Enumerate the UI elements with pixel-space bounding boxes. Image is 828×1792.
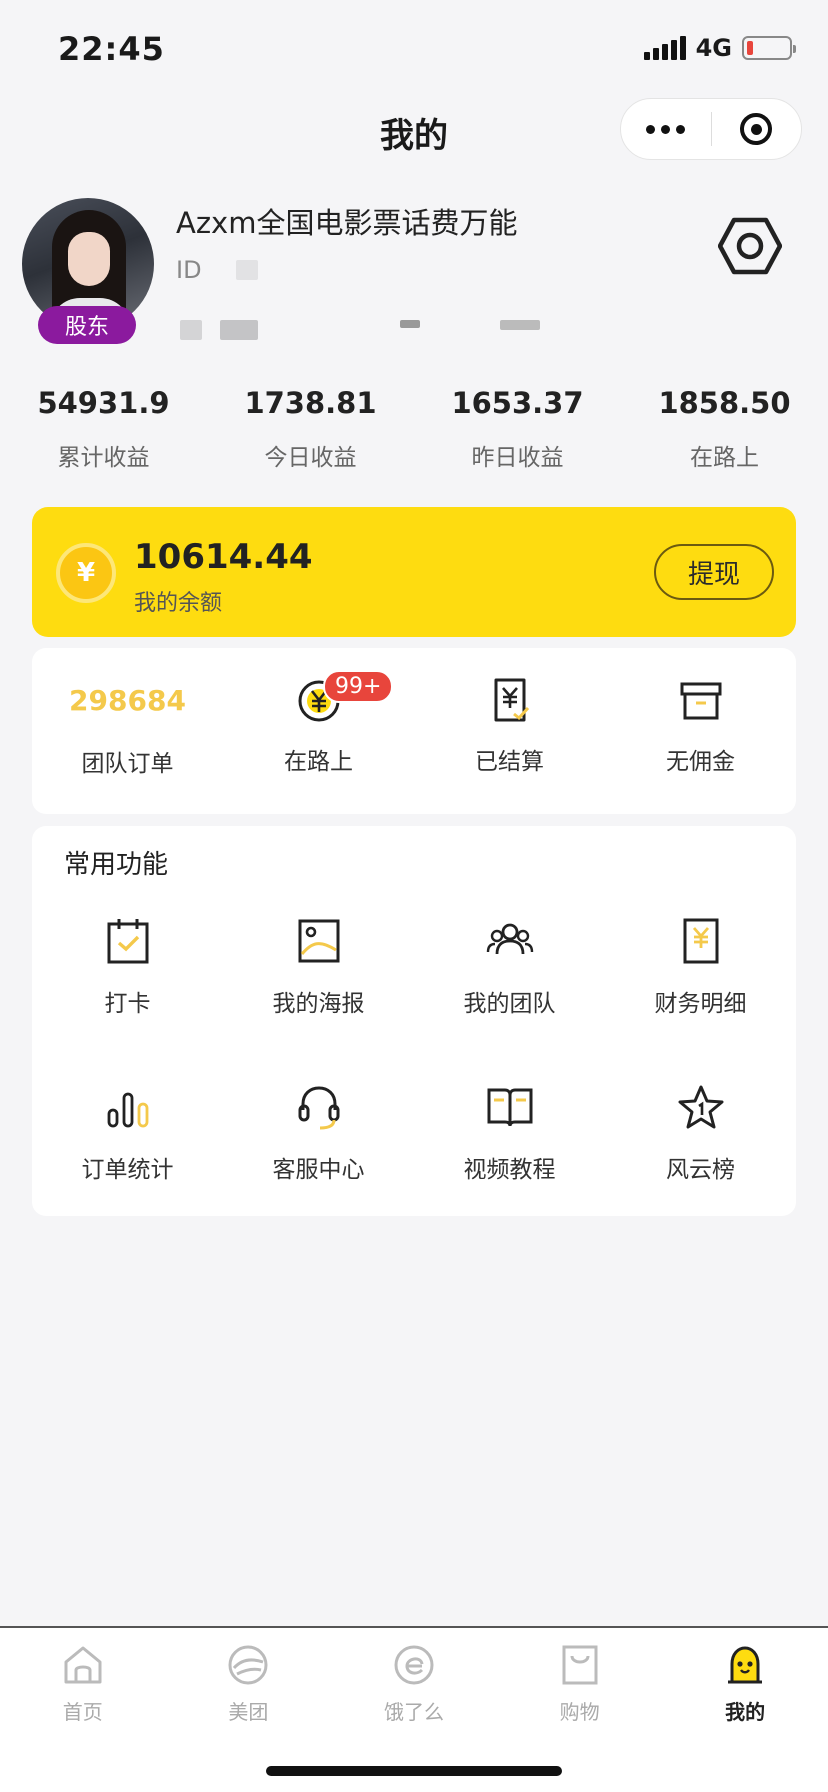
- team-orders[interactable]: 298684 团队订单: [32, 648, 223, 814]
- orders-in-transit[interactable]: 99+ 在路上: [223, 648, 414, 814]
- balance-value: 10614.44: [134, 537, 313, 577]
- team-icon: [486, 923, 533, 955]
- archive-box-icon: [680, 682, 721, 720]
- tab-label: 饿了么: [383, 1700, 444, 1724]
- redacted-info: [220, 320, 258, 340]
- stat-value: 1653.37: [451, 386, 584, 420]
- headset-icon: [298, 1086, 339, 1130]
- target-icon: [740, 113, 773, 145]
- more-menu-icon[interactable]: [621, 99, 711, 159]
- tab-home[interactable]: 首页: [0, 1628, 166, 1792]
- tab-label: 购物: [559, 1700, 600, 1724]
- status-indicators: 4G: [643, 34, 796, 62]
- stat-label: 昨日收益: [471, 445, 564, 471]
- function-label: 风云榜: [666, 1157, 735, 1183]
- in-transit-label: 在路上: [284, 749, 353, 775]
- shareholder-badge: 股东: [38, 306, 136, 344]
- tab-label: 首页: [62, 1700, 103, 1724]
- stat-value: 54931.9: [37, 386, 170, 420]
- tab-label: 美团: [228, 1700, 269, 1724]
- redacted-info: [180, 320, 202, 340]
- shopping-icon: [562, 1645, 598, 1685]
- star-icon: [678, 1085, 723, 1129]
- stat-yesterday-earnings[interactable]: 1653.37 昨日收益: [414, 386, 621, 472]
- eleme-icon: [394, 1645, 434, 1685]
- miniprogram-capsule: [620, 98, 802, 160]
- redacted-id: [236, 260, 258, 280]
- function-checkin[interactable]: 打卡: [32, 916, 223, 1082]
- close-miniprogram-button[interactable]: [712, 99, 802, 159]
- home-indicator: [266, 1766, 562, 1776]
- image-icon: [298, 919, 339, 963]
- function-leaderboard[interactable]: 风云榜: [605, 1082, 796, 1248]
- function-label: 我的海报: [272, 991, 365, 1017]
- stat-label: 在路上: [690, 445, 759, 471]
- function-video-tutorial[interactable]: 视频教程: [414, 1082, 605, 1248]
- stat-value: 1738.81: [244, 386, 377, 420]
- bar-chart-icon: [107, 1092, 148, 1128]
- stat-value: 1858.50: [658, 386, 791, 420]
- stat-label: 累计收益: [57, 445, 150, 471]
- function-label: 打卡: [104, 991, 151, 1017]
- function-finance-details[interactable]: 财务明细: [605, 916, 796, 1082]
- coin-icon: ¥: [56, 543, 116, 603]
- calendar-check-icon: [107, 919, 148, 964]
- battery-icon: [742, 36, 796, 60]
- book-icon: [487, 1088, 532, 1127]
- balance-card: ¥ 10614.44 我的余额 提现: [32, 507, 796, 637]
- stat-label: 今日收益: [264, 445, 357, 471]
- function-grid: 打卡 我的海报 我的团队 财务明细 订单统计 客服中心 视频教程 风云榜: [32, 916, 796, 1248]
- earnings-stats: 54931.9 累计收益 1738.81 今日收益 1653.37 昨日收益 1…: [0, 386, 828, 472]
- withdraw-button[interactable]: 提现: [654, 544, 774, 600]
- tab-profile[interactable]: 我的: [662, 1628, 828, 1792]
- common-functions-card: 常用功能 打卡 我的海报 我的团队 财务明细 订单统计 客服中心 视频教程 风云…: [32, 826, 796, 1216]
- function-label: 订单统计: [81, 1157, 174, 1183]
- function-order-stats[interactable]: 订单统计: [32, 1082, 223, 1248]
- finance-icon: [683, 918, 718, 964]
- function-customer-service[interactable]: 客服中心: [223, 1082, 414, 1248]
- function-my-poster[interactable]: 我的海报: [223, 916, 414, 1082]
- stat-today-earnings[interactable]: 1738.81 今日收益: [207, 386, 414, 472]
- function-my-team[interactable]: 我的团队: [414, 916, 605, 1082]
- orders-settled[interactable]: 已结算: [414, 648, 605, 814]
- function-label: 我的团队: [463, 991, 556, 1017]
- redacted-info: [500, 320, 540, 330]
- settled-label: 已结算: [475, 749, 544, 775]
- tab-label: 我的: [725, 1700, 766, 1724]
- settings-icon[interactable]: [718, 216, 782, 276]
- profile-id-label: ID: [176, 256, 202, 284]
- section-title: 常用功能: [64, 850, 169, 880]
- redacted-info: [400, 320, 420, 328]
- function-label: 视频教程: [463, 1157, 556, 1183]
- function-label: 财务明细: [654, 991, 747, 1017]
- notification-badge: 99+: [323, 670, 394, 703]
- profile-name: Azxm全国电影票话费万能: [176, 206, 518, 240]
- signal-icon: [643, 36, 686, 60]
- profile-face-icon: [728, 1646, 763, 1684]
- team-order-count: 298684: [69, 684, 186, 717]
- team-order-label: 团队订单: [81, 751, 174, 777]
- order-summary-card: 298684 团队订单 99+ 在路上 已结算 无佣金: [32, 648, 796, 814]
- status-bar: 22:45 4G: [0, 0, 828, 100]
- no-commission-label: 无佣金: [666, 749, 735, 775]
- balance-label: 我的余额: [134, 591, 223, 616]
- stat-in-transit[interactable]: 1858.50 在路上: [621, 386, 828, 472]
- network-label: 4G: [695, 34, 732, 62]
- status-time: 22:45: [58, 30, 165, 68]
- home-icon: [64, 1646, 102, 1684]
- settled-receipt-icon: [494, 678, 529, 722]
- orders-no-commission[interactable]: 无佣金: [605, 648, 796, 814]
- meituan-icon: [228, 1645, 268, 1685]
- stat-total-earnings[interactable]: 54931.9 累计收益: [0, 386, 207, 472]
- function-label: 客服中心: [272, 1157, 365, 1183]
